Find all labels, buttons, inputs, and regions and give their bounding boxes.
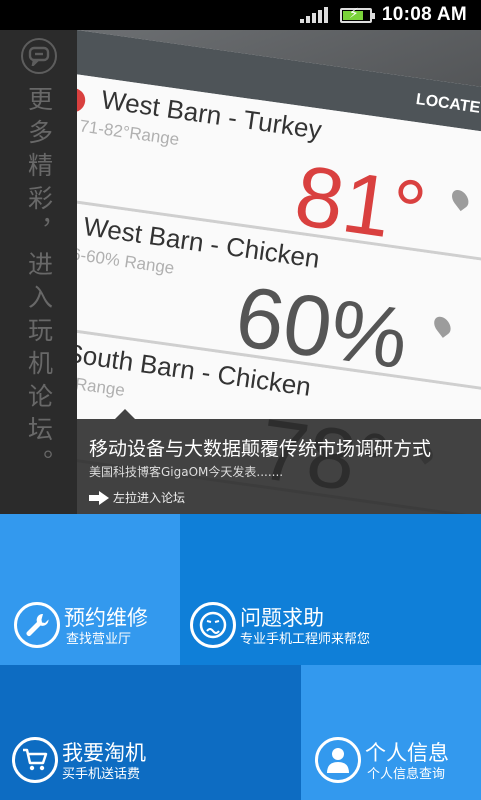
buy-phone-tile[interactable]: 我要淘机 买手机送话费 bbox=[0, 665, 301, 800]
status-bar: ⚡ 10:08 AM bbox=[0, 0, 481, 30]
battery-charging-icon: ⚡ bbox=[339, 5, 375, 23]
confused-face-icon bbox=[190, 602, 236, 648]
person-icon bbox=[315, 737, 361, 783]
forum-strip-text: 更多精彩，进入玩机论坛。 bbox=[24, 86, 54, 482]
repair-booking-tile[interactable]: 预约维修 查找营业厅 bbox=[0, 514, 180, 665]
screen: ⚡ 10:08 AM 更多精彩，进入玩机论坛。 LOCATE West Barn… bbox=[0, 0, 481, 800]
buy-phone-subtitle: 买手机送话费 bbox=[62, 767, 141, 782]
enter-forum-label: 左拉进入论坛 bbox=[113, 491, 186, 505]
help-title: 问题求助 bbox=[240, 606, 324, 630]
status-time: 10:08 AM bbox=[381, 4, 467, 25]
thermometer-icon bbox=[77, 86, 87, 114]
personal-info-subtitle: 个人信息查询 bbox=[367, 767, 446, 782]
personal-info-title: 个人信息 bbox=[365, 741, 449, 765]
help-subtitle: 专业手机工程师来帮您 bbox=[240, 632, 371, 647]
banner-subtitle: 美国科技博客GigaOM今天发表....... bbox=[89, 465, 284, 479]
personal-info-tile[interactable]: 个人信息 个人信息查询 bbox=[301, 665, 481, 800]
wrench-icon bbox=[14, 602, 60, 648]
photo-locate-label: LOCATE bbox=[414, 90, 481, 117]
forum-pull-strip[interactable]: 更多精彩，进入玩机论坛。 bbox=[0, 30, 77, 514]
signal-icon bbox=[299, 7, 328, 23]
chat-bubble-icon bbox=[20, 38, 57, 74]
help-tile[interactable]: 问题求助 专业手机工程师来帮您 bbox=[180, 514, 481, 665]
news-banner[interactable]: LOCATE West Barn - Turkey 71-82°Range 81… bbox=[77, 30, 481, 514]
banner-title: 移动设备与大数据颠覆传统市场调研方式 bbox=[89, 438, 432, 460]
enter-forum-link[interactable]: 左拉进入论坛 bbox=[89, 489, 471, 506]
buy-phone-title: 我要淘机 bbox=[62, 741, 146, 765]
charging-bolt-icon: ⚡ bbox=[348, 5, 359, 22]
shopping-cart-icon bbox=[12, 737, 58, 783]
repair-booking-subtitle: 查找营业厅 bbox=[66, 632, 132, 647]
arrow-right-icon bbox=[89, 490, 109, 505]
banner-caption: 移动设备与大数据颠覆传统市场调研方式 美国科技博客GigaOM今天发表.....… bbox=[77, 409, 481, 514]
repair-booking-title: 预约维修 bbox=[64, 606, 148, 630]
